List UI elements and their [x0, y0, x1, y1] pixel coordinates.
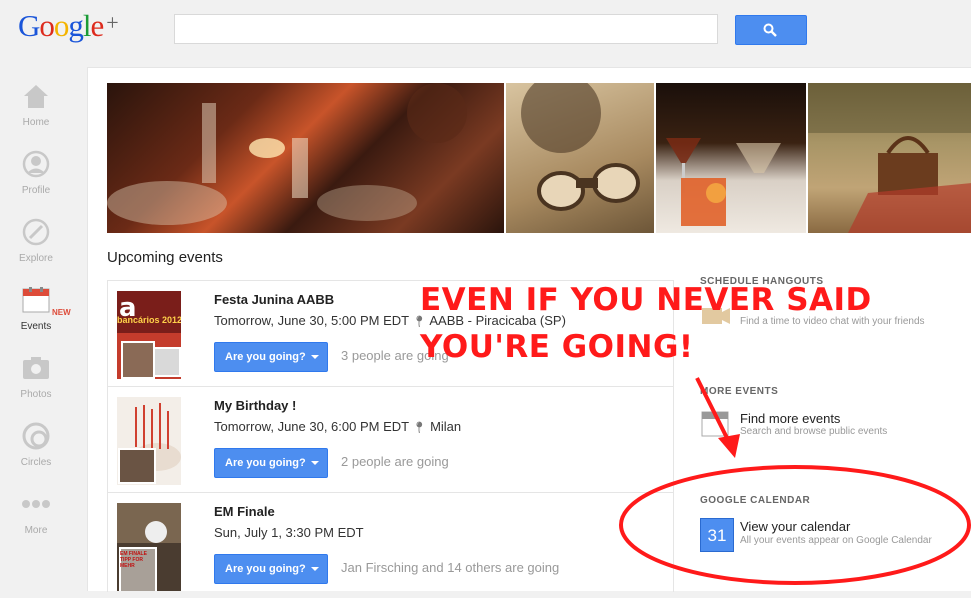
nav-circles[interactable]: Circles — [0, 422, 88, 490]
event-list: a bancários 2012 Festa Junina AABB Tomor… — [107, 280, 674, 592]
rsvp-label: Are you going? — [225, 351, 306, 363]
google-calendar-icon[interactable]: 31 — [700, 518, 734, 552]
event-when: Tomorrow, June 30, 6:00 PM EDT — [214, 419, 409, 434]
google-calendar-heading: GOOGLE CALENDAR — [700, 495, 811, 506]
event-card[interactable]: My Birthday ! Tomorrow, June 30, 6:00 PM… — [108, 387, 673, 493]
nav-more-label: More — [24, 525, 48, 536]
banner-dinner-photo — [107, 83, 504, 233]
event-thumbnail[interactable] — [117, 397, 181, 485]
nav-more[interactable]: More — [0, 490, 88, 558]
event-attendees[interactable]: 2 people are going — [341, 454, 449, 469]
event-datetime: Sun, July 1, 3:30 PM EDT — [214, 525, 364, 540]
nav-explore[interactable]: Explore — [0, 218, 88, 286]
circles-icon — [22, 422, 50, 450]
event-thumb-text: bancários 2012 — [117, 315, 181, 325]
nav-circles-label: Circles — [20, 457, 52, 468]
logo-letter: o — [53, 8, 69, 43]
logo-letter: l — [82, 8, 92, 43]
rsvp-button[interactable]: Are you going? — [214, 554, 328, 584]
event-datetime: Tomorrow, June 30, 6:00 PM EDT 📍︎ Milan — [214, 419, 461, 434]
annotation-line-1: EVEN IF YOU NEVER SAID — [420, 282, 872, 318]
nav-events-label: Events — [20, 321, 52, 332]
nav-profile[interactable]: Profile — [0, 150, 88, 218]
event-thumbnail[interactable]: EM FINALE TIPP FOR MEHR — [117, 503, 181, 591]
search-button[interactable] — [735, 15, 807, 45]
new-badge: NEW — [52, 308, 71, 317]
view-calendar-link[interactable]: View your calendar — [740, 519, 850, 534]
search-input[interactable] — [174, 14, 718, 44]
event-when: Sun, July 1, 3:30 PM EDT — [214, 525, 364, 540]
explore-icon — [22, 218, 50, 246]
logo-letter: e — [90, 8, 105, 43]
nav-events[interactable]: NEW Events — [0, 286, 88, 354]
event-title[interactable]: My Birthday ! — [214, 398, 296, 413]
rsvp-label: Are you going? — [225, 563, 306, 575]
find-more-events-link[interactable]: Find more events — [740, 411, 840, 426]
event-location: Milan — [430, 419, 462, 434]
nav-profile-label: Profile — [21, 185, 51, 196]
rsvp-button[interactable]: Are you going? — [214, 342, 328, 372]
banner-picnic-photo — [808, 83, 971, 233]
banner-drinks-photo — [656, 83, 806, 233]
left-nav: Home Profile Explore NEW Events Photos C… — [0, 70, 88, 590]
banner-binoculars-photo — [506, 83, 654, 233]
search-icon — [763, 23, 777, 37]
google-plus-logo[interactable]: Google + — [18, 8, 119, 44]
home-icon — [24, 85, 48, 108]
logo-letter: + — [106, 10, 118, 35]
event-title[interactable]: Festa Junina AABB — [214, 292, 334, 307]
calendar-icon — [701, 411, 729, 437]
annotation-line-2: YOU'RE GOING! — [420, 329, 694, 365]
nav-home[interactable]: Home — [0, 82, 88, 150]
top-bar: Google + — [0, 0, 971, 62]
rsvp-button[interactable]: Are you going? — [214, 448, 328, 478]
profile-icon — [22, 150, 50, 178]
upcoming-events-title: Upcoming events — [107, 249, 223, 266]
logo-letter: G — [18, 8, 40, 43]
logo-letter: g — [68, 8, 83, 43]
logo-letter: o — [39, 8, 54, 43]
more-events-heading: MORE EVENTS — [700, 386, 779, 397]
events-banner — [107, 83, 971, 233]
camera-icon — [23, 357, 49, 379]
event-title[interactable]: EM Finale — [214, 504, 275, 519]
calendar-icon — [22, 287, 50, 313]
rsvp-label: Are you going? — [225, 457, 306, 469]
chevron-down-icon — [311, 567, 319, 571]
nav-photos-label: Photos — [20, 389, 52, 400]
nav-explore-label: Explore — [19, 253, 53, 264]
birthday-cake-image — [118, 403, 181, 484]
event-thumbnail[interactable]: a bancários 2012 — [117, 291, 181, 379]
chevron-down-icon — [311, 461, 319, 465]
more-icon — [22, 500, 50, 508]
chevron-down-icon — [311, 355, 319, 359]
event-attendees[interactable]: Jan Firsching and 14 others are going — [341, 560, 559, 575]
find-more-events-sub: Search and browse public events — [740, 426, 888, 437]
event-card[interactable]: EM FINALE TIPP FOR MEHR EM Finale Sun, J… — [108, 493, 673, 598]
view-calendar-sub: All your events appear on Google Calenda… — [740, 535, 932, 546]
event-thumb-text: EM FINALE TIPP FOR MEHR — [120, 551, 147, 569]
nav-home-label: Home — [22, 117, 50, 128]
nav-photos[interactable]: Photos — [0, 354, 88, 422]
location-pin-icon: 📍︎ — [412, 422, 427, 434]
event-when: Tomorrow, June 30, 5:00 PM EDT — [214, 313, 409, 328]
